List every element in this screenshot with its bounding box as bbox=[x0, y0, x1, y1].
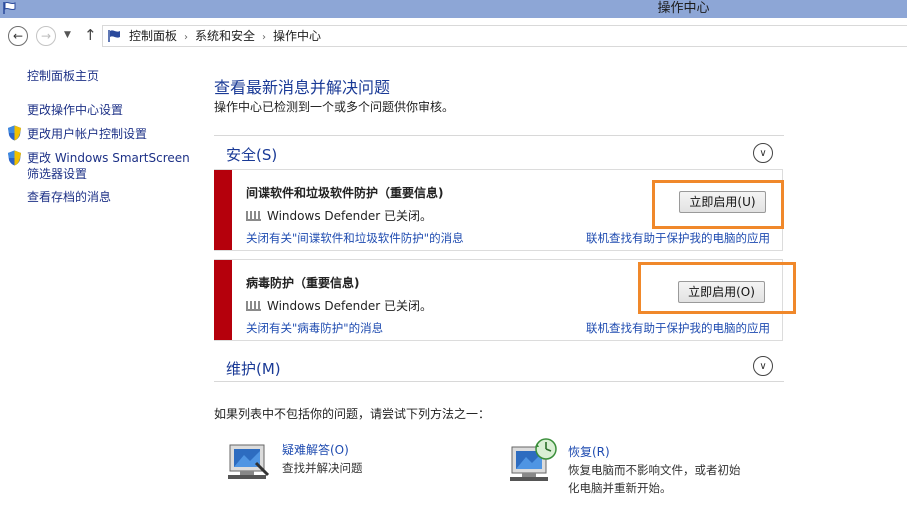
arrow-left-icon: ← bbox=[12, 29, 24, 43]
highlight-box bbox=[638, 262, 796, 314]
chevron-right-icon[interactable]: › bbox=[262, 28, 266, 48]
breadcrumb-item-control-panel[interactable]: 控制面板 bbox=[129, 26, 177, 46]
forward-button[interactable]: → bbox=[36, 26, 56, 46]
breadcrumb-item-system-security[interactable]: 系统和安全 bbox=[195, 26, 255, 46]
highlight-box bbox=[652, 180, 784, 229]
alert-status: Windows Defender 已关闭。 bbox=[246, 207, 432, 224]
troubleshooting-link[interactable]: 疑难解答(O) bbox=[282, 441, 349, 458]
title-bar: 操作中心 bbox=[0, 0, 907, 18]
critical-indicator bbox=[214, 170, 232, 250]
chevron-down-icon[interactable]: ∨ bbox=[753, 356, 773, 376]
breadcrumb: 控制面板 › 系统和安全 › 操作中心 bbox=[129, 26, 321, 46]
find-protection-apps-link[interactable]: 联机查找有助于保护我的电脑的应用 bbox=[586, 230, 770, 246]
recent-pages-dropdown[interactable]: ▼ bbox=[64, 30, 71, 40]
shield-icon bbox=[7, 125, 22, 141]
action-center-flag-icon bbox=[107, 29, 123, 46]
sidebar-item-smartscreen-settings[interactable]: 更改 Windows SmartScreen 筛选器设置 bbox=[27, 150, 190, 182]
back-button[interactable]: ← bbox=[8, 26, 28, 46]
alert-title: 间谍软件和垃圾软件防护（重要信息) bbox=[246, 186, 444, 200]
recovery-description: 恢复电脑而不影响文件，或者初始化电脑并重新开始。 bbox=[568, 463, 741, 495]
sidebar: 控制面板主页 更改操作中心设置 更改用户帐户控制设置 更改 Windows Sm… bbox=[0, 54, 200, 530]
critical-indicator bbox=[214, 260, 232, 340]
chevron-down-icon[interactable]: ∨ bbox=[753, 143, 773, 163]
firewall-icon bbox=[246, 301, 261, 311]
alert-status-text: Windows Defender 已关闭。 bbox=[267, 209, 432, 223]
find-protection-apps-link[interactable]: 联机查找有助于保护我的电脑的应用 bbox=[586, 320, 770, 336]
shield-icon bbox=[7, 150, 22, 166]
sidebar-item-change-settings[interactable]: 更改操作中心设置 bbox=[27, 102, 123, 118]
sidebar-item-label: 筛选器设置 bbox=[27, 167, 88, 181]
recovery-tool[interactable]: 恢复(R) 恢复电脑而不影响文件，或者初始化电脑并重新开始。 bbox=[510, 437, 760, 497]
divider bbox=[214, 135, 784, 136]
troubleshooting-description: 查找并解决问题 bbox=[282, 461, 363, 475]
page-subtitle: 操作中心已检测到一个或多个问题供你审核。 bbox=[214, 100, 455, 114]
sidebar-item-label: 更改 Windows SmartScreen bbox=[27, 151, 190, 165]
alert-status: Windows Defender 已关闭。 bbox=[246, 297, 432, 314]
firewall-icon bbox=[246, 211, 261, 221]
sidebar-item-control-panel-home[interactable]: 控制面板主页 bbox=[27, 68, 99, 84]
up-button[interactable]: ↑ bbox=[84, 26, 97, 44]
page-title: 查看最新消息并解决问题 bbox=[214, 78, 391, 97]
chevron-right-icon[interactable]: › bbox=[184, 28, 188, 48]
dismiss-virus-messages-link[interactable]: 关闭有关"病毒防护"的消息 bbox=[246, 320, 383, 336]
help-note: 如果列表中不包括你的问题，请尝试下列方法之一： bbox=[214, 407, 491, 421]
security-section-header[interactable]: 安全(S) bbox=[226, 144, 277, 165]
troubleshooting-tool[interactable]: 疑难解答(O) 查找并解决问题 bbox=[226, 439, 426, 489]
sidebar-item-uac-settings[interactable]: 更改用户帐户控制设置 bbox=[27, 126, 147, 142]
navigation-bar: ← → ▼ ↑ 控制面板 › 系统和安全 › 操作中心 bbox=[0, 18, 907, 54]
dismiss-spyware-messages-link[interactable]: 关闭有关"间谍软件和垃圾软件防护"的消息 bbox=[246, 230, 464, 246]
maintenance-section-header[interactable]: 维护(M) bbox=[226, 358, 281, 379]
alert-status-text: Windows Defender 已关闭。 bbox=[267, 299, 432, 313]
troubleshoot-icon bbox=[226, 441, 270, 484]
window-title: 操作中心 bbox=[657, 1, 710, 16]
breadcrumb-item-action-center[interactable]: 操作中心 bbox=[273, 26, 321, 46]
recovery-link[interactable]: 恢复(R) bbox=[568, 443, 610, 460]
alert-title: 病毒防护（重要信息) bbox=[246, 276, 360, 290]
divider bbox=[214, 381, 784, 382]
recovery-icon bbox=[510, 437, 558, 486]
sidebar-item-archived-messages[interactable]: 查看存档的消息 bbox=[27, 189, 111, 205]
arrow-right-icon: → bbox=[40, 29, 52, 43]
address-bar[interactable]: 控制面板 › 系统和安全 › 操作中心 bbox=[102, 25, 907, 47]
